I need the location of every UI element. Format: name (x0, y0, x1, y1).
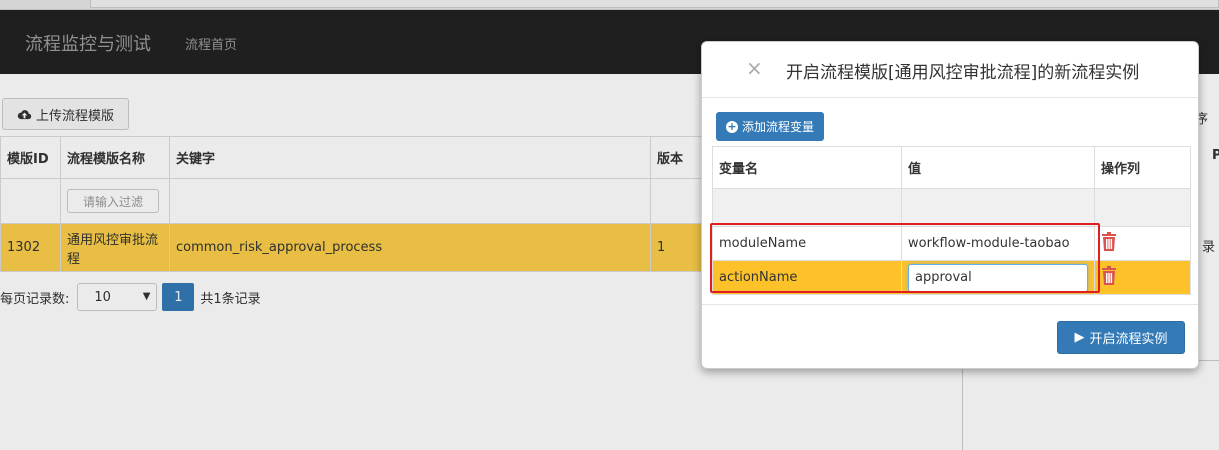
close-icon[interactable]: × (746, 56, 763, 80)
variables-table: 变量名 值 操作列 moduleName workflow-module-tao… (712, 146, 1191, 295)
filter-cell (1094, 188, 1191, 227)
add-variable-button[interactable]: + 添加流程变量 (716, 112, 824, 141)
actions-cell (1094, 226, 1191, 261)
play-icon: ▶ (1074, 330, 1085, 345)
variable-name[interactable]: actionName (712, 260, 902, 295)
start-instance-button[interactable]: ▶ 开启流程实例 (1057, 321, 1185, 354)
filter-cell (901, 188, 1095, 227)
column-header-value: 值 (901, 146, 1095, 189)
trash-icon[interactable] (1101, 232, 1117, 251)
start-instance-modal: × 开启流程模版[通用风控审批流程]的新流程实例 + 添加流程变量 变量名 值 … (701, 41, 1199, 369)
modal-footer-divider (702, 304, 1198, 305)
plus-circle-icon: + (725, 119, 738, 133)
actions-cell (1094, 260, 1191, 295)
column-header-variable: 变量名 (712, 146, 902, 189)
table-row[interactable]: moduleName workflow-module-taobao (712, 226, 1191, 261)
add-variable-label: 添加流程变量 (741, 120, 814, 134)
variable-name[interactable]: moduleName (712, 226, 902, 261)
variable-value-input[interactable]: approval (908, 263, 1088, 292)
start-instance-label: 开启流程实例 (1089, 332, 1168, 347)
variable-value-cell: approval (901, 260, 1095, 295)
modal-title: 开启流程模版[通用风控审批流程]的新流程实例 (786, 63, 1140, 83)
table-row[interactable]: actionName approval (712, 260, 1191, 295)
modal-header: × 开启流程模版[通用风控审批流程]的新流程实例 (702, 42, 1198, 98)
variable-value[interactable]: workflow-module-taobao (901, 226, 1095, 261)
trash-icon[interactable] (1101, 266, 1117, 285)
column-header-actions: 操作列 (1094, 146, 1191, 189)
filter-cell (712, 188, 902, 227)
